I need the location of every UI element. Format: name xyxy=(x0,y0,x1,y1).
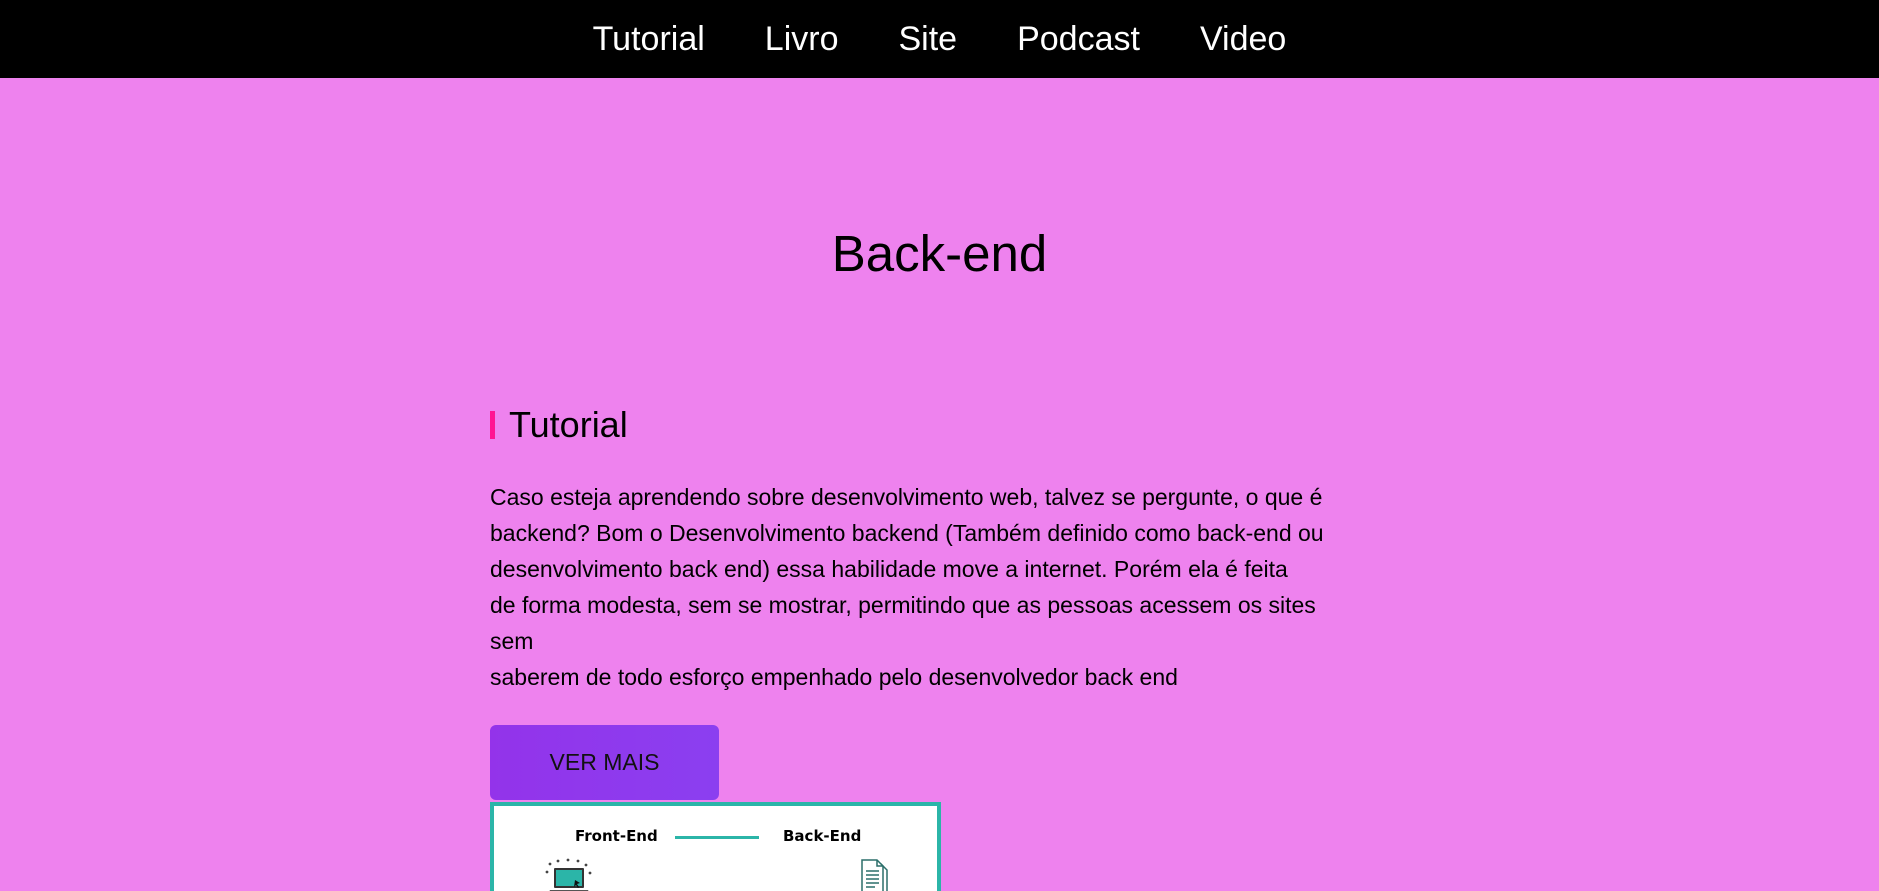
section-paragraph: Caso esteja aprendendo sobre desenvolvim… xyxy=(490,479,1370,695)
diagram-frontend-label: Front-End xyxy=(575,827,658,845)
section-heading: Tutorial xyxy=(490,405,1370,445)
nav-link-tutorial[interactable]: Tutorial xyxy=(593,22,705,56)
main-content: Tutorial Caso esteja aprendendo sobre de… xyxy=(490,405,1370,891)
ver-mais-button[interactable]: VER MAIS xyxy=(490,725,719,800)
nav-link-podcast[interactable]: Podcast xyxy=(1017,22,1140,56)
section-heading-text: Tutorial xyxy=(509,404,628,445)
paragraph-line: Caso esteja aprendendo sobre desenvolvim… xyxy=(490,484,1323,510)
document-icon xyxy=(861,859,888,891)
nav-link-video[interactable]: Video xyxy=(1200,22,1286,56)
nav-link-livro[interactable]: Livro xyxy=(765,22,839,56)
page-title: Back-end xyxy=(831,225,1048,282)
paragraph-line: sem xyxy=(490,628,534,654)
paragraph-line: backend? Bom o Desenvolvimento backend (… xyxy=(490,520,1324,546)
laptop-icon xyxy=(545,858,592,891)
top-navigation: Tutorial Livro Site Podcast Video xyxy=(0,0,1879,78)
paragraph-line: de forma modesta, sem se mostrar, permit… xyxy=(490,592,1316,618)
nav-link-site[interactable]: Site xyxy=(899,22,958,56)
diagram-backend-label: Back-End xyxy=(783,827,862,845)
heading-accent-bar xyxy=(490,411,495,439)
paragraph-line: saberem de todo esforço empenhado pelo d… xyxy=(490,664,1178,690)
paragraph-line: desenvolvimento back end) essa habilidad… xyxy=(490,556,1288,582)
frontend-backend-diagram: Front-End Back-End xyxy=(490,802,941,891)
diagram-connector-line xyxy=(675,836,759,839)
